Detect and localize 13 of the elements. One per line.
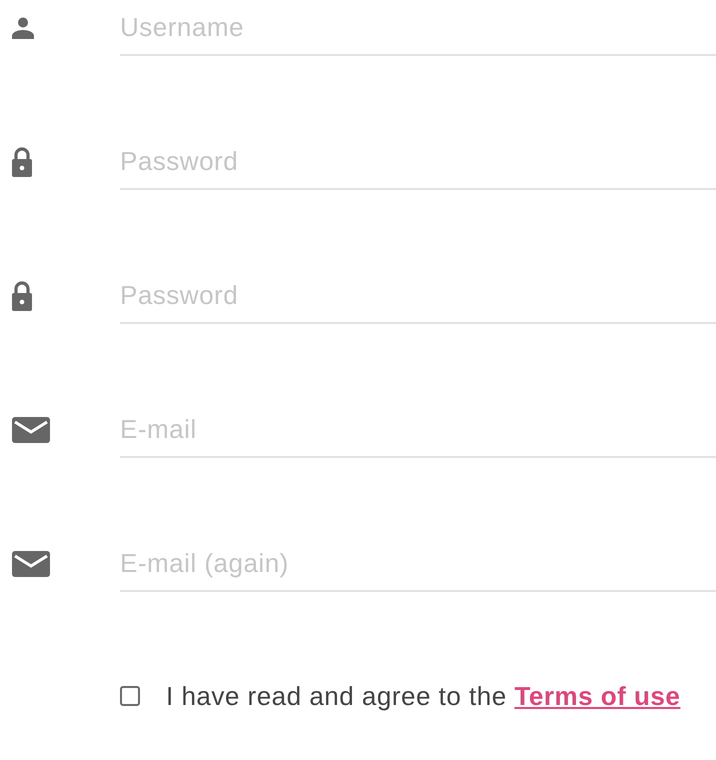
lock-icon [12,147,32,177]
terms-link[interactable]: Terms of use [514,681,680,711]
checkbox[interactable] [120,686,140,706]
mail-icon [12,551,50,577]
input-field[interactable]: E-mail (again) [120,536,716,592]
lock-icon [12,281,32,311]
input-field[interactable]: Password [120,134,716,190]
input-field[interactable]: E-mail [120,402,716,458]
input-field[interactable]: Username [120,0,716,56]
input-field[interactable]: Password [120,268,716,324]
mail-icon [12,417,50,443]
person-icon [12,17,34,39]
agreement-text: I have read and agree to the Terms of use [166,680,682,713]
